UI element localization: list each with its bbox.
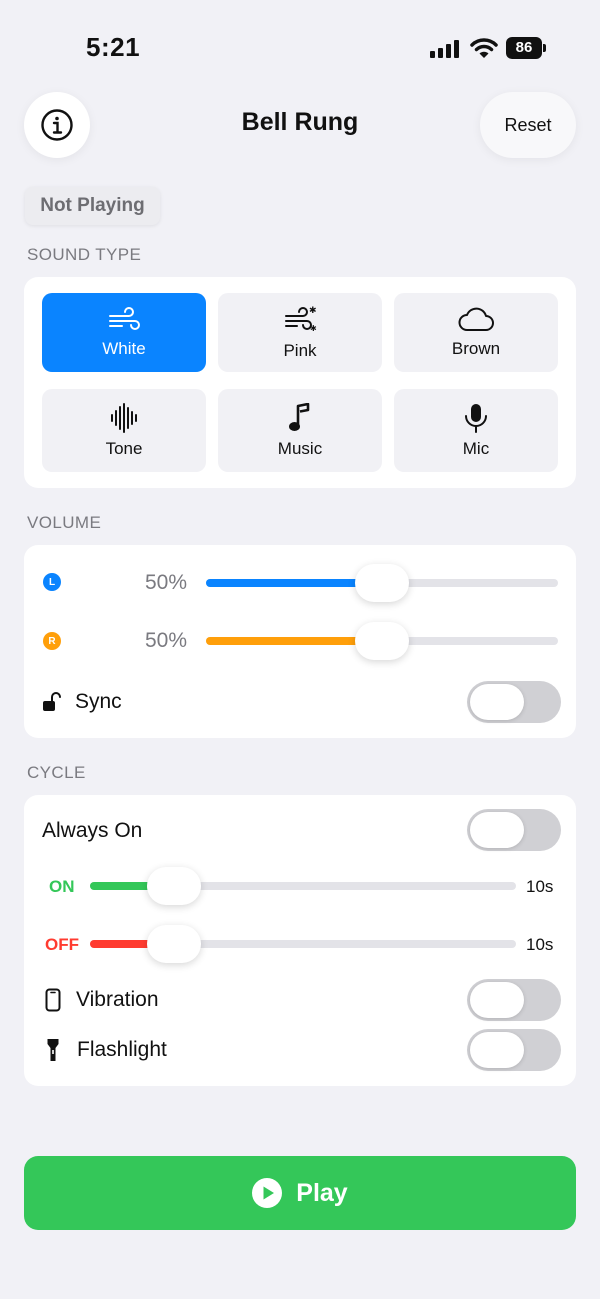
vibration-label: Vibration [76, 988, 159, 1011]
sound-type-section-label: SOUND TYPE [27, 245, 142, 264]
sound-option-label: Mic [462, 438, 490, 458]
flashlight-toggle[interactable] [467, 1029, 561, 1071]
status-time: 5:21 [86, 32, 141, 62]
sound-option-music[interactable]: Music [218, 389, 382, 472]
music-note-icon [289, 402, 310, 431]
right-channel-badge: R [43, 632, 61, 650]
volume-section-label: VOLUME [27, 513, 102, 532]
cycle-off-tag: OFF [45, 935, 79, 954]
playback-status-badge: Not Playing [25, 187, 160, 225]
reset-button[interactable]: Reset [480, 92, 576, 158]
left-channel-badge: L [43, 573, 61, 591]
cycle-off-value: 10s [526, 935, 554, 954]
right-volume-thumb[interactable] [355, 622, 409, 660]
sound-option-label: Pink [283, 340, 317, 360]
sound-option-pink[interactable]: ✱ ✱ Pink [218, 293, 382, 372]
left-volume-value: 50% [145, 571, 188, 594]
play-button-label: Play [296, 1178, 348, 1207]
volume-card: L 50% R 50% Sync [24, 545, 576, 738]
cellular-signal-icon [430, 40, 460, 58]
wind-icon [109, 306, 140, 330]
info-icon [41, 109, 73, 141]
microphone-icon [465, 403, 487, 433]
right-volume-value: 50% [145, 629, 188, 652]
sync-label: Sync [75, 690, 122, 713]
play-circle-icon [252, 1178, 283, 1208]
svg-text:✱: ✱ [309, 306, 317, 316]
sound-option-mic[interactable]: Mic [394, 389, 558, 472]
cycle-section-label: CYCLE [27, 763, 86, 782]
sound-option-brown[interactable]: Brown [394, 293, 558, 372]
flashlight-label: Flashlight [77, 1038, 167, 1061]
sound-option-label: White [102, 338, 146, 358]
cycle-on-tag: ON [49, 877, 75, 896]
unlock-icon [43, 692, 61, 711]
svg-text:✱: ✱ [310, 324, 317, 333]
wind-sparkle-icon: ✱ ✱ [285, 306, 317, 333]
sound-option-white[interactable]: White [42, 293, 206, 372]
sound-option-label: Music [277, 438, 323, 458]
sound-option-label: Tone [105, 438, 143, 458]
battery-tip [543, 44, 546, 52]
info-button[interactable] [24, 92, 90, 158]
sync-toggle[interactable] [467, 681, 561, 723]
wifi-icon [470, 37, 498, 59]
vibration-toggle[interactable] [467, 979, 561, 1021]
play-button[interactable]: Play [24, 1156, 576, 1230]
left-volume-thumb[interactable] [355, 564, 409, 602]
cloud-icon [458, 307, 494, 331]
cycle-on-thumb[interactable] [147, 867, 201, 905]
always-on-toggle[interactable] [467, 809, 561, 851]
page-title: Bell Rung [241, 108, 359, 136]
cycle-on-value: 10s [526, 877, 554, 896]
sound-option-label: Brown [451, 338, 501, 358]
cycle-card: Always On ON 10s OFF 10s Vibration Flash… [24, 795, 576, 1086]
phone-vibration-icon [45, 988, 61, 1012]
sound-option-tone[interactable]: Tone [42, 389, 206, 472]
cycle-off-thumb[interactable] [147, 925, 201, 963]
always-on-label: Always On [42, 819, 143, 842]
sound-type-card: White ✱ ✱ Pink Brown Tone Music Mic [24, 277, 576, 488]
battery-indicator: 86 [506, 37, 542, 59]
flashlight-icon [47, 1039, 59, 1061]
waveform-icon [111, 402, 137, 433]
